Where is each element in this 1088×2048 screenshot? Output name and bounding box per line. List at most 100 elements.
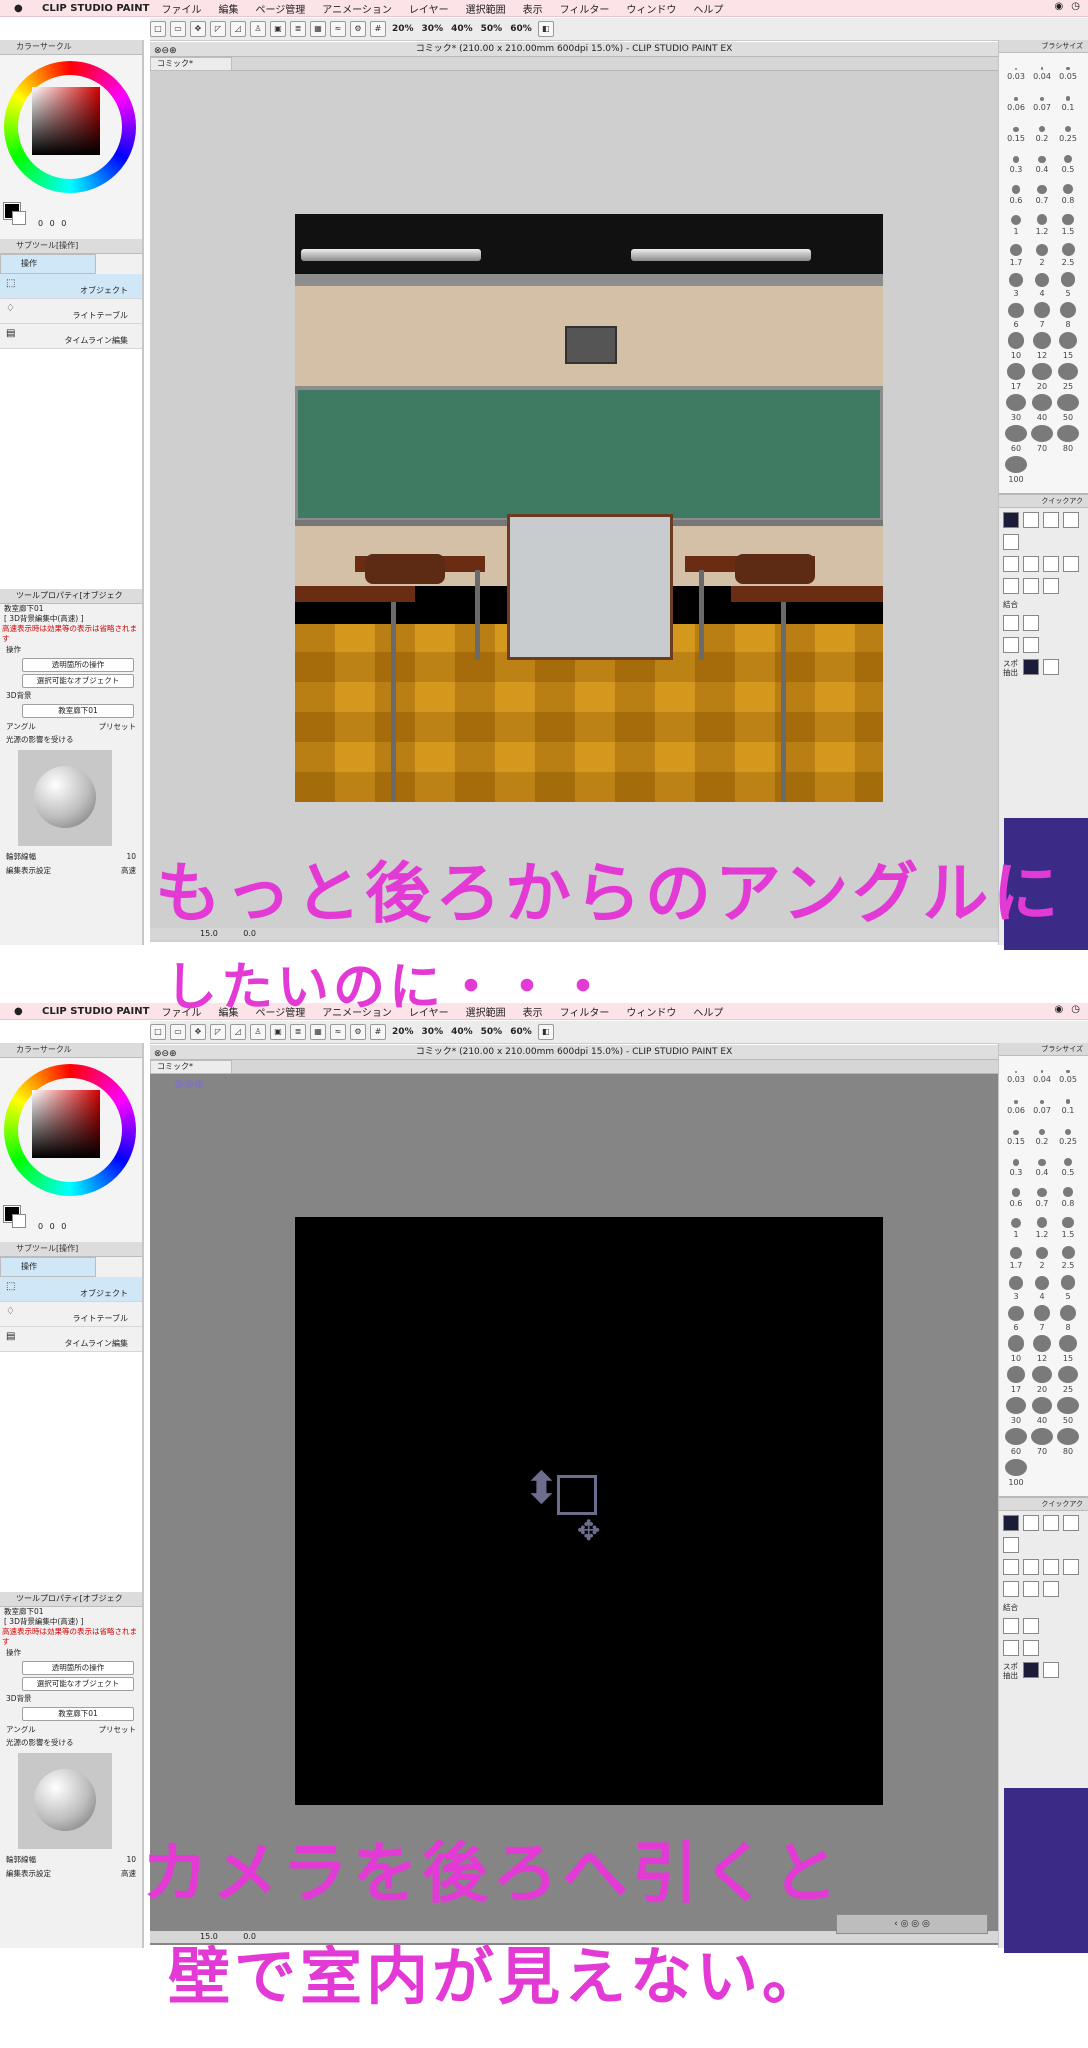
quick-item-icon[interactable]	[1023, 1662, 1039, 1678]
camera-pan-icon[interactable]: ✥	[577, 1517, 600, 1545]
zoom-60[interactable]: 60%	[508, 24, 534, 34]
brush-size-cell[interactable]: 50	[1055, 394, 1081, 425]
brush-size-cell[interactable]: 70	[1029, 425, 1055, 456]
scissors-icon[interactable]	[1023, 578, 1039, 594]
subtool-header[interactable]: サブツール[操作]	[0, 1242, 142, 1257]
brush-size-cell[interactable]: 6	[1003, 1304, 1029, 1335]
grid-icon[interactable]: #	[370, 21, 386, 37]
preset-button[interactable]: プリセット	[99, 720, 137, 734]
brush-size-cell[interactable]: 12	[1029, 1335, 1055, 1366]
3d-classroom-view[interactable]	[295, 214, 883, 802]
quick-item-icon[interactable]	[1003, 1618, 1019, 1634]
outline-width-value[interactable]: 10	[126, 1853, 136, 1867]
brush-size-cell[interactable]: 10	[1003, 332, 1029, 363]
brush-size-cell[interactable]: 0.1	[1055, 1087, 1081, 1118]
quick-item-icon[interactable]	[1003, 1559, 1019, 1575]
brush-size-cell[interactable]: 0.05	[1055, 53, 1081, 84]
brush-size-cell[interactable]: 20	[1029, 363, 1055, 394]
camera-rotate-icon[interactable]: ⬍	[523, 1467, 560, 1511]
brush-size-cell[interactable]: 0.03	[1003, 53, 1029, 84]
zoom-30[interactable]: 30%	[420, 1027, 446, 1037]
quick-item-icon[interactable]	[1043, 578, 1059, 594]
settings-icon[interactable]: ⚙	[350, 21, 366, 37]
brush-size-cell[interactable]: 17	[1003, 363, 1029, 394]
selectable-object-select[interactable]: 選択可能なオブジェクト	[22, 1677, 134, 1691]
brush-size-cell[interactable]: 0.07	[1029, 84, 1055, 115]
ruler-icon[interactable]: ◸	[210, 1024, 226, 1040]
brush-size-cell[interactable]: 7	[1029, 301, 1055, 332]
quick-item-icon[interactable]	[1003, 1537, 1019, 1553]
quick-item-icon[interactable]	[1023, 637, 1039, 653]
menu-window[interactable]: ウィンドウ	[626, 1004, 676, 1019]
app-name[interactable]: CLIP STUDIO PAINT	[42, 1006, 149, 1017]
quick-item-icon[interactable]	[1043, 1581, 1059, 1597]
brush-size-header[interactable]: ブラシサイズ	[999, 1043, 1088, 1056]
3d-wall-view[interactable]: ⬍ ✥	[295, 1217, 883, 1805]
light-source-checkbox[interactable]: 光源の影響を受ける	[0, 1737, 142, 1749]
brush-size-cell[interactable]: 60	[1003, 1428, 1029, 1459]
color-icon[interactable]: ◧	[537, 1024, 554, 1040]
time-machine-icon[interactable]: ◷	[1071, 1004, 1080, 1015]
brush-size-cell[interactable]: 40	[1029, 1397, 1055, 1428]
quick-item-icon[interactable]	[1003, 578, 1019, 594]
brush-size-cell[interactable]: 1.2	[1029, 1211, 1055, 1242]
layer-icon[interactable]: ≣	[290, 21, 306, 37]
brush-size-cell[interactable]: 0.7	[1029, 1180, 1055, 1211]
brush-size-cell[interactable]: 0.15	[1003, 1118, 1029, 1149]
brush-size-cell[interactable]: 2.5	[1055, 239, 1081, 270]
figure-icon[interactable]: ♙	[250, 21, 266, 37]
brush-size-cell[interactable]: 0.5	[1055, 146, 1081, 177]
apple-icon[interactable]: ●	[14, 3, 28, 14]
quick-access-header[interactable]: クイックアク	[999, 1498, 1088, 1511]
settings-icon[interactable]: ⚙	[350, 1024, 366, 1040]
outline-width-value[interactable]: 10	[126, 850, 136, 864]
display-setting-select[interactable]: 高速	[121, 864, 136, 878]
background-select[interactable]: 教室廊下01	[22, 1707, 134, 1721]
subtool-header[interactable]: サブツール[操作]	[0, 239, 142, 254]
quick-item-icon[interactable]	[1023, 556, 1039, 572]
brush-size-cell[interactable]: 25	[1055, 363, 1081, 394]
subtool-tab-operation[interactable]: 操作	[0, 254, 96, 274]
window-controls-icon[interactable]: ⊗⊖⊕	[154, 1047, 177, 1061]
app-name[interactable]: CLIP STUDIO PAINT	[42, 3, 149, 14]
canvas-tab[interactable]: コミック*	[150, 57, 232, 71]
brush-size-cell[interactable]: 100	[1003, 456, 1029, 487]
brush-size-cell[interactable]: 0.3	[1003, 1149, 1029, 1180]
brush-size-cell[interactable]: 0.2	[1029, 1118, 1055, 1149]
navigator-control[interactable]: ‹ ◎ ◎ ◎	[836, 1914, 988, 1934]
brush-size-cell[interactable]: 15	[1055, 332, 1081, 363]
quick-item-icon[interactable]	[1043, 659, 1059, 675]
move-icon[interactable]: ✥	[190, 21, 206, 37]
brush-size-cell[interactable]: 7	[1029, 1304, 1055, 1335]
transparent-operation-select[interactable]: 透明箇所の操作	[22, 658, 134, 672]
brush-size-cell[interactable]: 3	[1003, 1273, 1029, 1304]
brush-size-cell[interactable]: 60	[1003, 425, 1029, 456]
brush-size-cell[interactable]: 0.15	[1003, 115, 1029, 146]
quick-item-icon[interactable]	[1003, 1581, 1019, 1597]
zoom-50[interactable]: 50%	[479, 1027, 505, 1037]
brush-size-cell[interactable]: 15	[1055, 1335, 1081, 1366]
quick-item-icon[interactable]	[1003, 1640, 1019, 1656]
sub-color-swatch[interactable]	[12, 1214, 26, 1228]
camera-move-icon[interactable]	[557, 1475, 597, 1515]
quick-item-icon[interactable]	[1023, 1515, 1039, 1531]
subtool-light-table[interactable]: ♢ ライトテーブル	[0, 299, 142, 324]
brush-size-cell[interactable]: 0.4	[1029, 1149, 1055, 1180]
brush-size-cell[interactable]: 0.5	[1055, 1149, 1081, 1180]
merge-label[interactable]: 結合	[1003, 600, 1019, 609]
quick-item-icon[interactable]	[1003, 637, 1019, 653]
brush-size-cell[interactable]: 0.07	[1029, 1087, 1055, 1118]
quick-item-icon[interactable]	[1043, 512, 1059, 528]
open-icon[interactable]: ▭	[170, 1024, 186, 1040]
brush-size-cell[interactable]: 3	[1003, 270, 1029, 301]
eyedropper-label[interactable]: スポ 抽出	[1003, 1662, 1019, 1680]
pattern-icon[interactable]: ▦	[310, 21, 326, 37]
quick-item-icon[interactable]	[1023, 512, 1039, 528]
quick-access-header[interactable]: クイックアク	[999, 495, 1088, 508]
quick-item-icon[interactable]	[1023, 1559, 1039, 1575]
brush-size-cell[interactable]: 12	[1029, 332, 1055, 363]
brush-size-cell[interactable]: 0.3	[1003, 146, 1029, 177]
brush-size-cell[interactable]: 30	[1003, 1397, 1029, 1428]
pattern-icon[interactable]: ▦	[310, 1024, 326, 1040]
cc-icon[interactable]: ◉	[1055, 1, 1064, 12]
